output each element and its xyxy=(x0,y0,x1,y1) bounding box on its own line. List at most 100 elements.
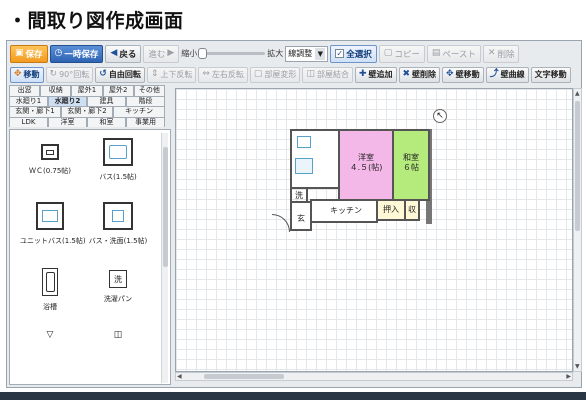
kitchen-room: キッチン xyxy=(310,199,378,223)
tab-category[interactable]: 洋室 xyxy=(48,116,87,127)
curve-wall-button[interactable]: ⤴ 壁曲線 xyxy=(485,66,529,83)
close-icon: ✕ xyxy=(487,48,496,58)
palette-item-bath-wash[interactable]: バス・洗面(1.5帖) xyxy=(88,202,148,246)
tab-category[interactable]: その他 xyxy=(133,85,166,96)
floppy-disk-icon: ▣ xyxy=(15,48,24,58)
western-room: 洋室 ４.５(帖) xyxy=(338,129,394,201)
undo-button[interactable]: ◀ 戻る xyxy=(105,44,142,63)
save-button[interactable]: ▣ 保存 xyxy=(10,44,48,63)
tab-category[interactable]: 出窓 xyxy=(9,85,41,96)
tab-category[interactable]: 建具 xyxy=(87,95,126,106)
tab-category[interactable]: 水廻り1 xyxy=(9,95,48,106)
tab-category[interactable]: 水廻り2 xyxy=(48,95,87,106)
palette-scrollbar-thumb[interactable] xyxy=(163,147,168,267)
main-toolbar: ▣ 保存 ◷ 一時保存 ◀ 戻る 進む ▶ 縮小 拡大 線調整 ▼ ✓ 全選択 ▢ コピー ▤… xyxy=(7,43,581,64)
bathtub-fixture xyxy=(295,158,313,174)
canvas-horizontal-scrollbar[interactable]: ◀ ▶ xyxy=(175,372,573,381)
rotate-free-icon: ↺ xyxy=(99,69,107,79)
closet: 押入 xyxy=(376,199,406,221)
flip-horizontal-button[interactable]: ⇔ 左右反転 xyxy=(198,66,248,83)
entrance: 玄 xyxy=(290,201,312,231)
select-all-toggle[interactable]: ✓ 全選択 xyxy=(330,44,377,63)
text-move-button[interactable]: 文字移動 xyxy=(530,66,571,83)
tub-icon xyxy=(42,268,58,296)
scroll-up-icon[interactable]: ▲ xyxy=(575,90,580,97)
tab-category[interactable]: 屋外2 xyxy=(102,85,134,96)
flip-vertical-button[interactable]: ⇕ 上下反転 xyxy=(146,66,197,83)
tab-row: 出窓 収納 屋外1 屋外2 その他 xyxy=(9,85,166,96)
door-swing xyxy=(272,214,290,232)
paste-button[interactable]: ▤ ペースト xyxy=(426,44,481,63)
palette-item-bathtub[interactable]: 浴槽 xyxy=(20,268,80,312)
move-wall-button[interactable]: ✥ 壁移動 xyxy=(442,66,484,83)
bathtub-icon xyxy=(103,138,133,166)
rotate90-button[interactable]: ↻ 90°回転 xyxy=(45,66,94,83)
tab-category[interactable]: 事業用 xyxy=(126,116,165,127)
zoom-slider[interactable] xyxy=(198,48,266,59)
north-arrow-icon[interactable]: ↖ xyxy=(433,109,447,123)
drawing-canvas[interactable]: 洗 洋室 ４.５(帖) 和室 ６帖 キッチン 玄 押入 収 ↖ xyxy=(175,88,573,372)
zoom-slider-thumb[interactable] xyxy=(198,48,208,59)
tab-row: LDK 洋室 和室 事業用 xyxy=(9,116,165,127)
scroll-right-icon[interactable]: ▶ xyxy=(566,373,571,380)
zoom-in-label: 拡大 xyxy=(267,49,284,58)
page-heading: ・間取り図作成画面 xyxy=(8,9,184,32)
tab-category[interactable]: LDK xyxy=(9,116,48,127)
room-deform-icon: ▢ xyxy=(253,69,263,79)
palette-item-partial-2[interactable]: ◫ xyxy=(88,330,148,340)
palette-item-bath[interactable]: バス(1.5帖) xyxy=(88,138,148,182)
palette-item-wc[interactable]: ＷＣ(0.75帖) xyxy=(20,144,80,176)
tab-category[interactable]: 和室 xyxy=(87,116,126,127)
tab-category[interactable]: 玄関・廊下2 xyxy=(61,106,113,117)
bottom-bar xyxy=(0,392,586,400)
free-rotate-button[interactable]: ↺ 自由回転 xyxy=(95,66,145,83)
temp-save-button[interactable]: ◷ 一時保存 xyxy=(49,44,104,63)
zoom-control: 縮小 拡大 xyxy=(181,48,283,59)
palette-item-washer-pan[interactable]: 洗 洗濯パン xyxy=(88,270,148,304)
move-button[interactable]: ✥ 移動 xyxy=(10,66,44,83)
add-wall-button[interactable]: ✚ 壁追加 xyxy=(354,66,397,83)
tab-category[interactable]: 屋外1 xyxy=(71,85,103,96)
canvas-horizontal-scrollbar-thumb[interactable] xyxy=(204,374,284,379)
palette-item-unit-bath[interactable]: ユニットバス(1.5帖) xyxy=(20,202,86,246)
tab-category[interactable]: 階段 xyxy=(126,95,165,106)
delete-button[interactable]: ✕ 削除 xyxy=(482,44,520,63)
palette-scrollbar[interactable] xyxy=(161,133,168,383)
toilet-fixture xyxy=(297,136,311,148)
curve-icon: ⤴ xyxy=(489,69,499,79)
japanese-room: 和室 ６帖 xyxy=(392,129,430,201)
move-arrows-icon: ✥ xyxy=(14,69,22,79)
scroll-left-icon[interactable]: ◀ xyxy=(177,373,182,380)
zoom-out-label: 縮小 xyxy=(181,49,198,58)
canvas-vertical-scrollbar[interactable]: ▲ ▼ xyxy=(573,88,582,372)
tab-category[interactable]: キッチン xyxy=(113,106,165,117)
delete-wall-button[interactable]: ✖ 壁削除 xyxy=(398,66,441,83)
room-deform-button[interactable]: ▢ 部屋変形 xyxy=(249,66,301,83)
redo-button[interactable]: 進む ▶ xyxy=(143,44,180,63)
canvas-vertical-scrollbar-thumb[interactable] xyxy=(575,101,580,231)
palette-item-partial-1[interactable]: ▽ xyxy=(20,330,80,340)
sink-icon: ▽ xyxy=(46,330,54,340)
floor-plan: 洗 洋室 ４.５(帖) 和室 ６帖 キッチン 玄 押入 収 ↖ xyxy=(176,89,572,371)
flip-vertical-icon: ⇕ xyxy=(150,69,159,79)
toilet-icon xyxy=(41,144,59,160)
parts-palette: ＷＣ(0.75帖) バス(1.5帖) ユニットバス(1.5帖) バス・洗面(1.… xyxy=(9,129,171,385)
rotate-icon: ↻ xyxy=(49,69,58,79)
room-join-button[interactable]: ◫ 部屋結合 xyxy=(302,66,353,83)
faucet-icon: ◫ xyxy=(113,330,123,340)
wall-adjust-dropdown[interactable]: 線調整 ▼ xyxy=(285,45,329,62)
tab-row: 玄関・廊下1 玄関・廊下2 キッチン xyxy=(9,106,165,117)
copy-button[interactable]: ▢ コピー xyxy=(378,44,425,63)
plus-icon: ✚ xyxy=(358,69,367,79)
tab-category[interactable]: 収納 xyxy=(40,85,72,96)
paste-icon: ▤ xyxy=(431,48,441,58)
chevron-down-icon: ▼ xyxy=(315,47,326,60)
tab-category[interactable]: 玄関・廊下1 xyxy=(9,106,61,117)
copy-icon: ▢ xyxy=(383,48,393,58)
category-tabs: 出窓 収納 屋外1 屋外2 その他 水廻り1 水廻り2 建具 階段 玄関・廊下1 玄関・廊下2 キッチ… xyxy=(9,85,166,127)
close-icon: ✖ xyxy=(402,69,411,79)
scroll-down-icon[interactable]: ▼ xyxy=(575,363,580,370)
flip-horizontal-icon: ⇔ xyxy=(202,69,210,79)
unit-bath-icon xyxy=(36,202,64,230)
move-arrows-icon: ✥ xyxy=(446,69,454,79)
